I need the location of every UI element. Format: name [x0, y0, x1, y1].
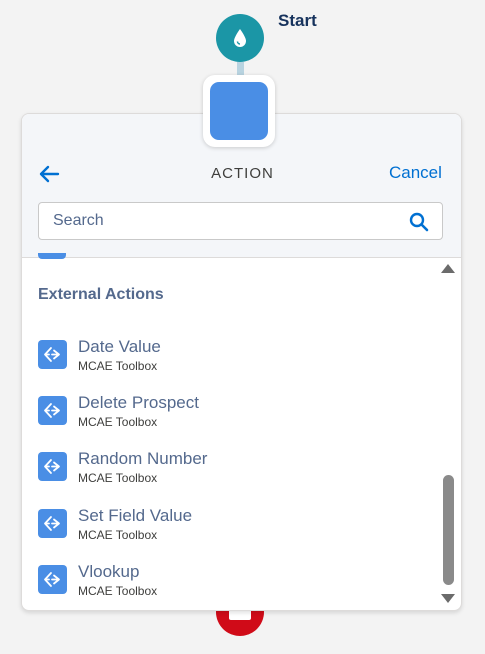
list-item[interactable]: Set Field Value MCAE Toolbox: [38, 506, 418, 550]
scrollbar-thumb[interactable]: [443, 475, 454, 585]
item-title: Delete Prospect: [78, 393, 199, 412]
list-item[interactable]: Delete Prospect MCAE Toolbox: [38, 393, 418, 437]
partial-action-icon: [38, 253, 66, 259]
item-title: Random Number: [78, 449, 208, 468]
action-node[interactable]: [203, 75, 275, 147]
scroll-down-arrow[interactable]: [441, 594, 455, 603]
list-item[interactable]: Vlookup MCAE Toolbox: [38, 562, 418, 606]
section-title: External Actions: [38, 286, 164, 303]
external-action-icon: [38, 509, 67, 538]
start-label: Start: [278, 11, 317, 30]
item-subtitle: MCAE Toolbox: [78, 359, 158, 373]
list-item[interactable]: Random Number MCAE Toolbox: [38, 449, 418, 493]
item-title: Set Field Value: [78, 506, 193, 525]
external-action-icon: [38, 396, 67, 425]
item-title: Vlookup: [78, 562, 140, 581]
item-title: Date Value: [78, 337, 161, 356]
list-item[interactable]: Date Value MCAE Toolbox: [38, 337, 418, 381]
item-subtitle: MCAE Toolbox: [78, 471, 158, 485]
scroll-up-arrow[interactable]: [441, 264, 455, 273]
item-subtitle: MCAE Toolbox: [78, 528, 158, 542]
search-icon[interactable]: [409, 212, 429, 232]
search-input[interactable]: [39, 203, 413, 239]
item-subtitle: MCAE Toolbox: [78, 584, 158, 598]
cancel-button[interactable]: Cancel: [389, 163, 442, 183]
action-node-icon: [210, 82, 268, 140]
water-drop-icon: [234, 29, 246, 47]
external-action-icon: [38, 452, 67, 481]
search-box: [38, 202, 443, 240]
external-action-icon: [38, 340, 67, 369]
start-node[interactable]: [216, 14, 264, 62]
external-action-icon: [38, 565, 67, 594]
item-subtitle: MCAE Toolbox: [78, 415, 158, 429]
